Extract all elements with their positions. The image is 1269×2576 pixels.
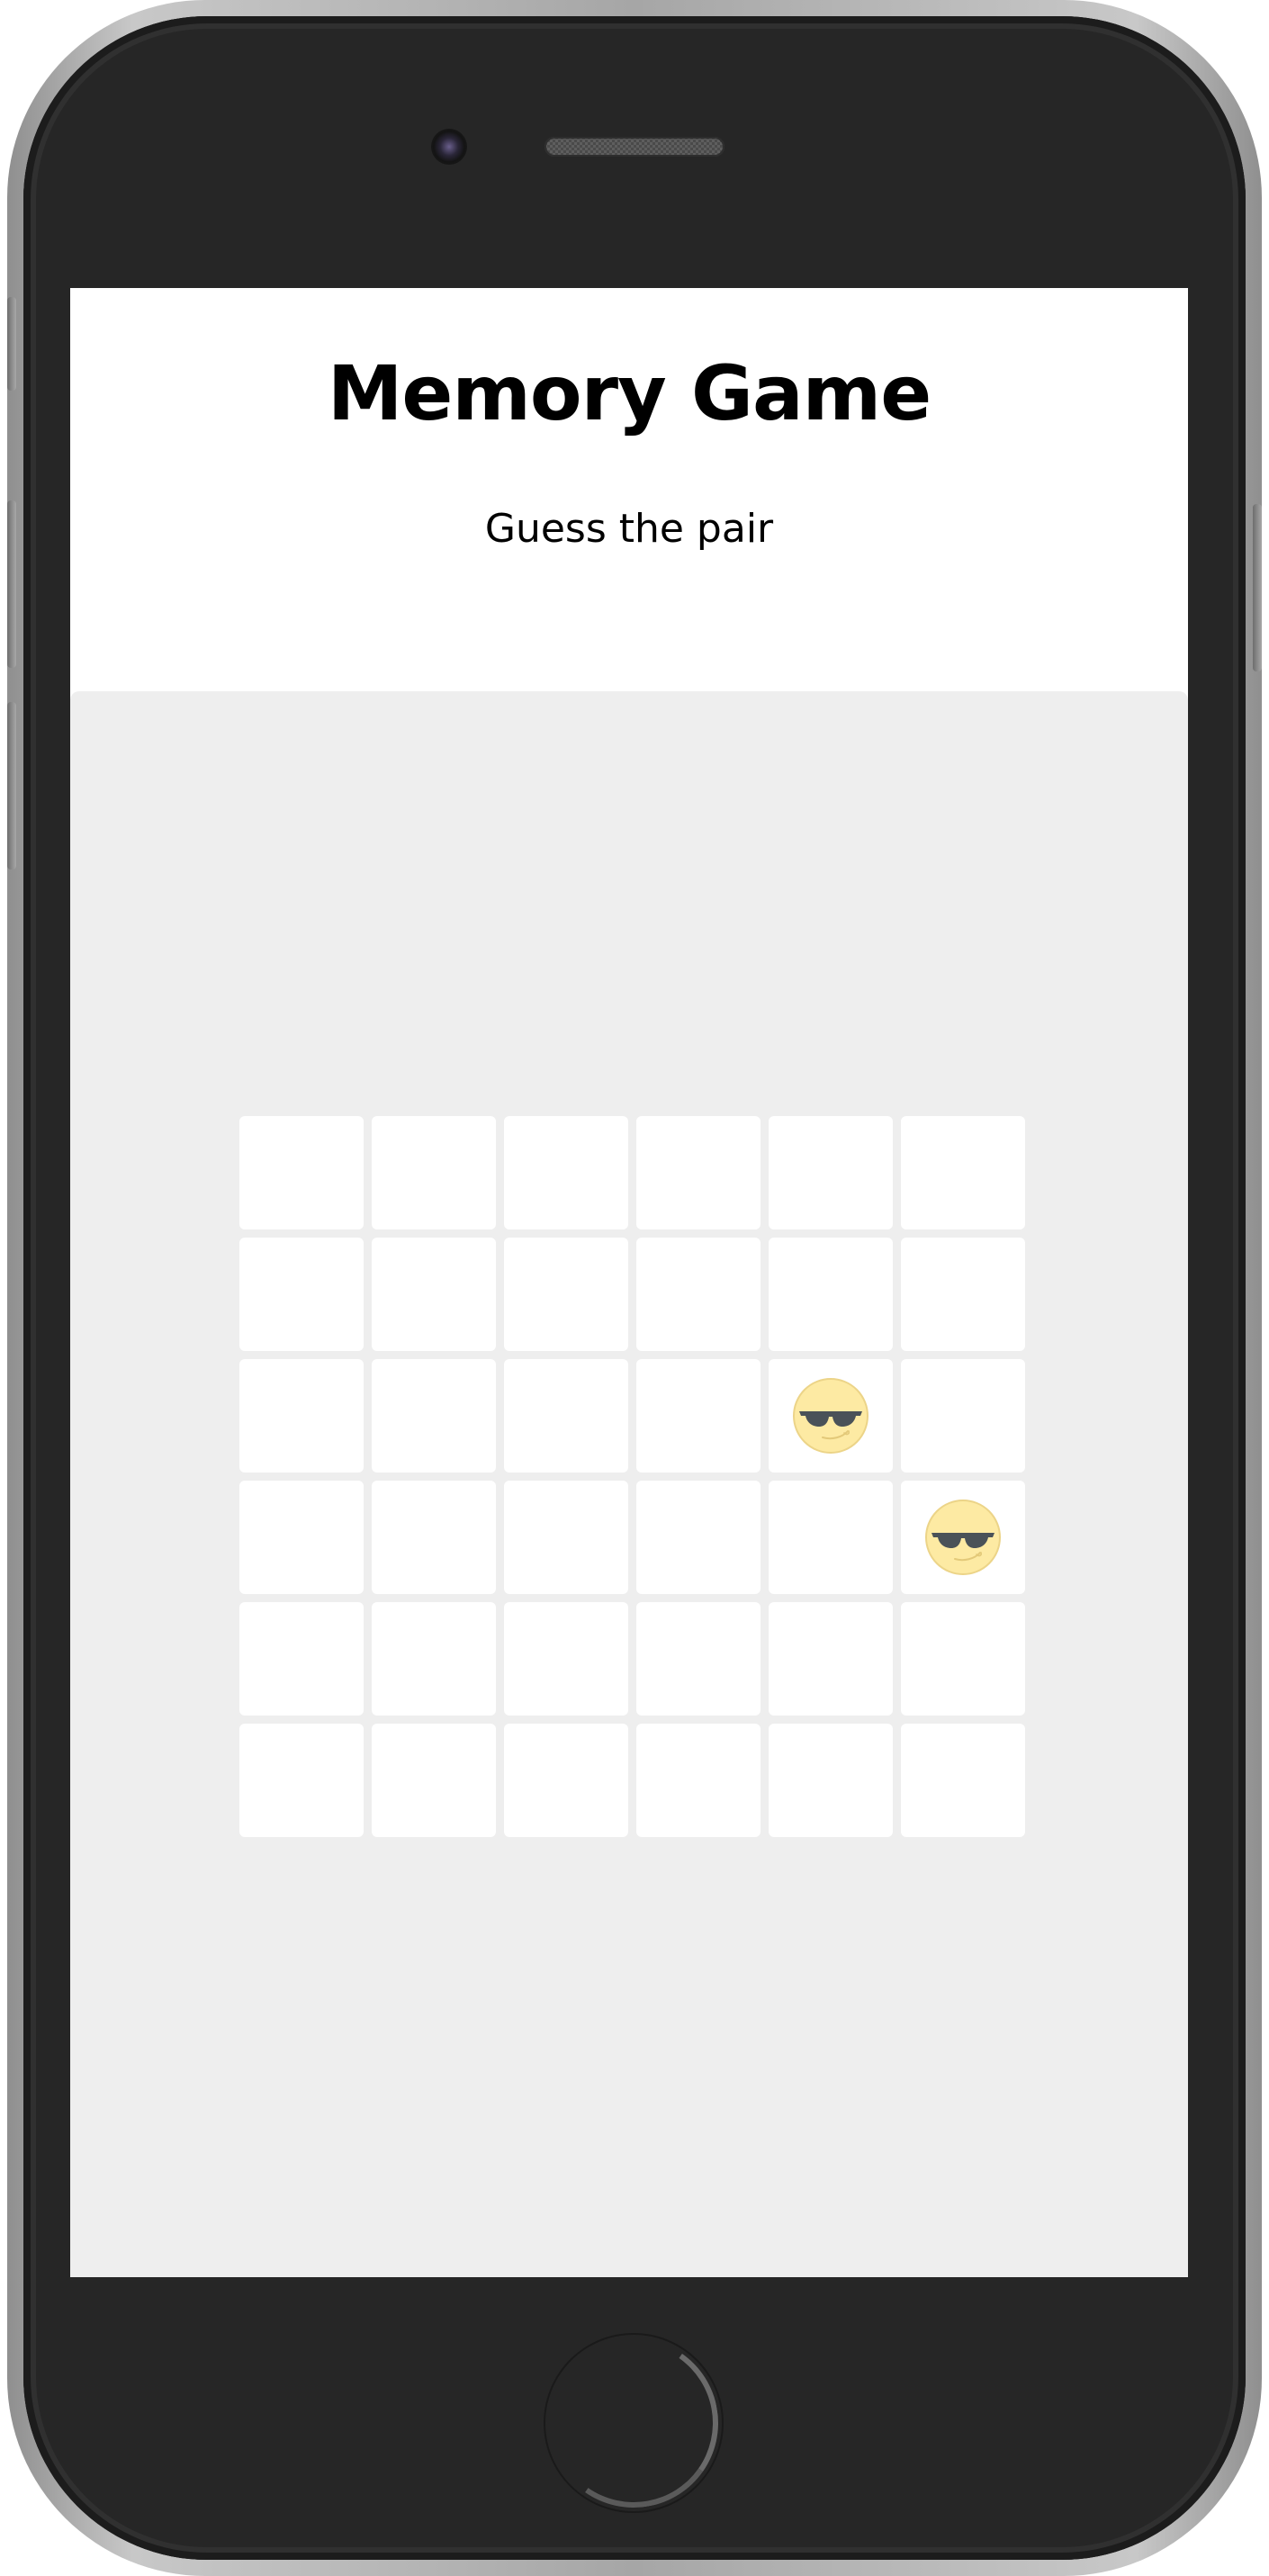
- memory-card[interactable]: [239, 1724, 364, 1837]
- memory-card[interactable]: [636, 1724, 760, 1837]
- memory-card[interactable]: [901, 1724, 1025, 1837]
- memory-card[interactable]: [636, 1359, 760, 1473]
- power-button: [1253, 504, 1262, 671]
- volume-up-button: [7, 500, 16, 668]
- memory-card[interactable]: [636, 1481, 760, 1594]
- memory-card[interactable]: [372, 1481, 496, 1594]
- earpiece-speaker: [544, 137, 724, 157]
- memory-card[interactable]: [769, 1481, 893, 1594]
- home-button[interactable]: [545, 2335, 722, 2511]
- memory-card-revealed[interactable]: [901, 1481, 1025, 1594]
- memory-card[interactable]: [636, 1602, 760, 1716]
- memory-card[interactable]: [372, 1116, 496, 1229]
- game-board-area: [70, 691, 1188, 2277]
- sunglasses-face-icon: [924, 1499, 1002, 1576]
- memory-card[interactable]: [504, 1602, 628, 1716]
- memory-card[interactable]: [372, 1359, 496, 1473]
- memory-card[interactable]: [636, 1116, 760, 1229]
- memory-card[interactable]: [372, 1238, 496, 1351]
- front-camera-icon: [431, 129, 467, 165]
- memory-card-revealed[interactable]: [769, 1359, 893, 1473]
- memory-card[interactable]: [372, 1602, 496, 1716]
- memory-card[interactable]: [636, 1238, 760, 1351]
- memory-card[interactable]: [239, 1238, 364, 1351]
- memory-card[interactable]: [504, 1724, 628, 1837]
- silent-switch: [7, 297, 16, 391]
- memory-card[interactable]: [769, 1238, 893, 1351]
- app-header: Memory Game Guess the pair: [70, 288, 1188, 691]
- memory-card[interactable]: [504, 1359, 628, 1473]
- memory-card[interactable]: [769, 1116, 893, 1229]
- memory-card[interactable]: [901, 1238, 1025, 1351]
- memory-card[interactable]: [239, 1602, 364, 1716]
- memory-card[interactable]: [901, 1116, 1025, 1229]
- memory-card[interactable]: [239, 1116, 364, 1229]
- memory-card[interactable]: [504, 1481, 628, 1594]
- card-grid: [239, 1116, 1028, 1837]
- memory-card[interactable]: [504, 1238, 628, 1351]
- memory-card[interactable]: [769, 1724, 893, 1837]
- memory-card[interactable]: [769, 1602, 893, 1716]
- page-title: Memory Game: [327, 349, 932, 437]
- sunglasses-face-icon: [792, 1377, 869, 1455]
- volume-down-button: [7, 702, 16, 869]
- memory-card[interactable]: [239, 1359, 364, 1473]
- memory-card[interactable]: [504, 1116, 628, 1229]
- memory-card[interactable]: [901, 1602, 1025, 1716]
- memory-card[interactable]: [901, 1359, 1025, 1473]
- page-subtitle: Guess the pair: [484, 506, 774, 552]
- memory-card[interactable]: [239, 1481, 364, 1594]
- app-screen: Memory Game Guess the pair: [70, 288, 1188, 2277]
- memory-card[interactable]: [372, 1724, 496, 1837]
